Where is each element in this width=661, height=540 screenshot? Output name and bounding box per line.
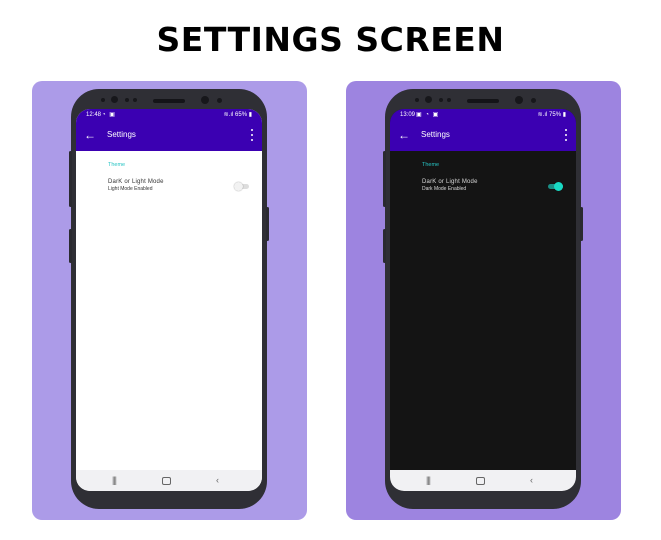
system-nav-bar: ||| ‹ [390,470,576,491]
arrow-left-icon[interactable]: ← [84,127,96,143]
more-vert-icon[interactable] [248,127,256,143]
light-mode-panel: 12:48 ◔ ▣ ≋.ıl 65% ▮ ← Settings Theme Da… [32,81,307,520]
power-button [580,207,583,241]
status-bar: 12:48 ◔ ▣ ≋.ıl 65% ▮ [76,109,262,121]
status-time: 12:48 [86,112,102,118]
sensor-dot [447,98,451,102]
sensor-dot [217,98,222,103]
switch-thumb [234,182,243,191]
front-camera [515,96,523,104]
appbar-title: Settings [421,130,450,139]
sensor-dot [111,96,118,103]
dark-mode-preference[interactable]: DarK or Light Mode Light Mode Enabled [76,175,262,199]
status-right: ≋.ıl 65% ▮ [224,109,252,121]
preference-title: DarK or Light Mode [108,179,164,185]
system-nav-bar: ||| ‹ [76,470,262,491]
status-bar: 13:09 ▣ ◔ ▣ ≋.ıl 75% ▮ [390,109,576,121]
dark-mode-panel: 13:09 ▣ ◔ ▣ ≋.ıl 75% ▮ ← Settings Theme … [346,81,621,520]
sensor-dot [125,98,129,102]
dark-mode-switch[interactable] [548,182,563,191]
battery-level: 65% [235,112,248,118]
switch-thumb [554,182,563,191]
section-header-theme: Theme [422,162,440,168]
battery-icon: ▮ [247,112,252,118]
appbar-title: Settings [107,130,136,139]
notification-icons: ◔ ▣ [102,112,116,118]
preference-title: DarK or Light Mode [422,179,478,185]
phone-frame-dark: 13:09 ▣ ◔ ▣ ≋.ıl 75% ▮ ← Settings Theme … [383,89,583,509]
home-icon[interactable] [476,477,485,485]
recents-icon[interactable]: ||| [426,475,431,486]
sensor-dot [531,98,536,103]
dark-mode-switch[interactable] [234,182,249,191]
notification-icons: ▣ ◔ ▣ [416,112,440,118]
home-icon[interactable] [162,477,171,485]
earpiece-speaker [467,99,499,103]
more-vert-icon[interactable] [562,127,570,143]
volume-button [69,151,72,207]
status-time: 13:09 [400,112,416,118]
screen-light: 12:48 ◔ ▣ ≋.ıl 65% ▮ ← Settings Theme Da… [76,109,262,491]
preference-summary: Dark Mode Enabled [422,186,467,192]
sensor-dot [425,96,432,103]
page-title: SETTINGS SCREEN [156,20,505,59]
app-bar: ← Settings [76,121,262,151]
status-right: ≋.ıl 75% ▮ [538,109,566,121]
app-bar: ← Settings [390,121,576,151]
volume-button [383,151,386,207]
front-camera [201,96,209,104]
power-button [266,207,269,241]
dark-mode-preference[interactable]: DarK or Light Mode Dark Mode Enabled [390,175,576,199]
back-icon[interactable]: ‹ [530,475,533,486]
bixby-button [69,229,72,263]
back-icon[interactable]: ‹ [216,475,219,486]
recents-icon[interactable]: ||| [112,475,117,486]
sensor-dot [101,98,105,102]
sensor-dot [415,98,419,102]
bixby-button [383,229,386,263]
sensor-dot [133,98,137,102]
preference-summary: Light Mode Enabled [108,186,153,192]
arrow-left-icon[interactable]: ← [398,127,410,143]
earpiece-speaker [153,99,185,103]
sensor-dot [439,98,443,102]
signal-icon: ≋.ıl [537,112,550,118]
phone-frame-light: 12:48 ◔ ▣ ≋.ıl 65% ▮ ← Settings Theme Da… [69,89,269,509]
battery-level: 75% [549,112,562,118]
signal-icon: ≋.ıl [223,112,236,118]
battery-icon: ▮ [561,112,566,118]
screen-dark: 13:09 ▣ ◔ ▣ ≋.ıl 75% ▮ ← Settings Theme … [390,109,576,491]
section-header-theme: Theme [108,162,126,168]
